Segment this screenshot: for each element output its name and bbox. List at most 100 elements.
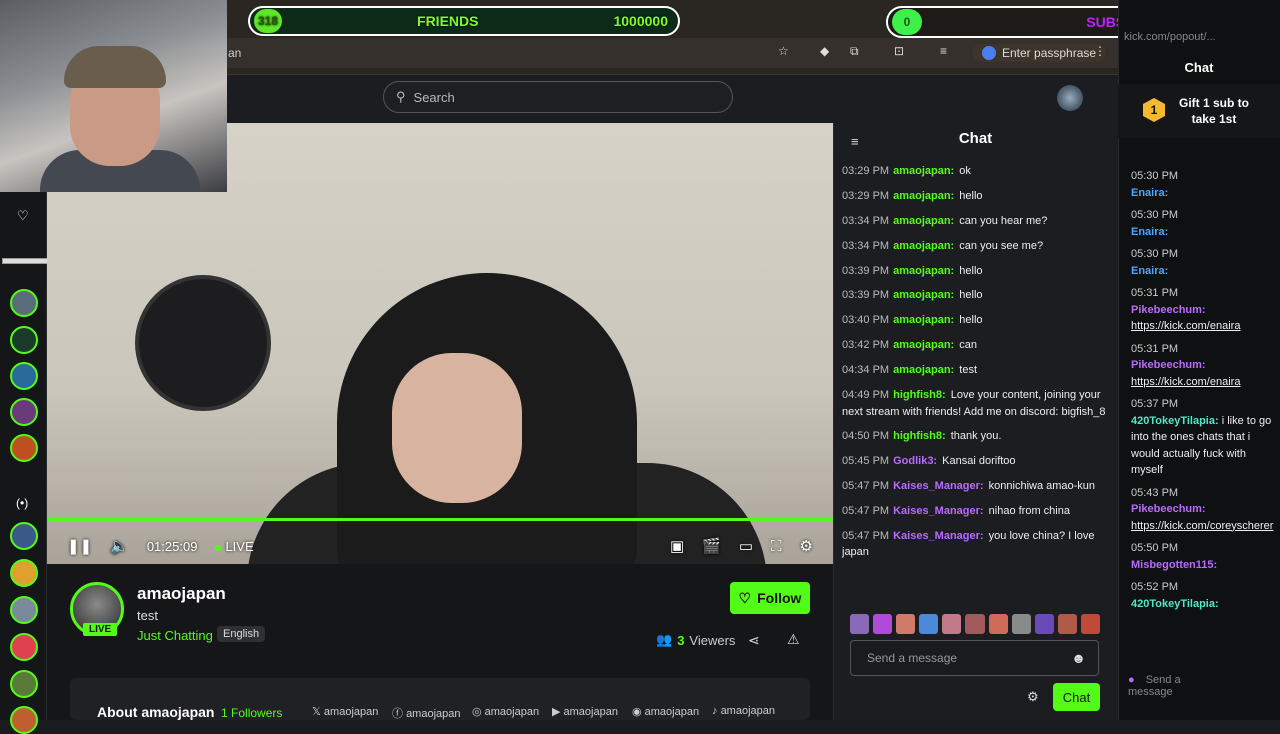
message-username[interactable]: Pikebeechum:: [1131, 503, 1206, 515]
message-username[interactable]: Kaises_Manager:: [893, 480, 984, 492]
recommended-channel-avatar[interactable]: [10, 633, 38, 661]
emoji-icon[interactable]: ☻: [1071, 650, 1086, 666]
emote-icon[interactable]: [1057, 614, 1077, 634]
message-username[interactable]: amaojapan:: [893, 364, 954, 376]
channel-name[interactable]: amaojapan: [137, 584, 226, 604]
followed-channel-avatar[interactable]: [10, 398, 38, 426]
extensions-puzzle-icon[interactable]: ⧉: [850, 44, 859, 59]
message-username[interactable]: Kaises_Manager:: [893, 530, 984, 542]
viewers-number: 3: [677, 632, 685, 648]
settings-gear-icon[interactable]: ⚙: [800, 537, 813, 555]
tab-search-icon[interactable]: ⊡: [894, 44, 904, 58]
fullscreen-icon[interactable]: ⛶: [771, 538, 782, 555]
emote-icon[interactable]: [1080, 614, 1101, 634]
message-username[interactable]: amaojapan:: [893, 265, 954, 277]
message-username[interactable]: amaojapan:: [893, 314, 954, 326]
message-username[interactable]: highfish8:: [893, 389, 946, 401]
recommended-channel-avatar[interactable]: [10, 522, 38, 550]
social-youtube-link[interactable]: ▶ amaojapan: [552, 705, 618, 718]
clip-icon[interactable]: 🎬: [702, 537, 721, 555]
message-username[interactable]: Enaira:: [1131, 226, 1168, 238]
pause-icon[interactable]: ❚❚: [67, 537, 92, 555]
emote-icon[interactable]: [919, 614, 939, 634]
message-username[interactable]: amaojapan:: [893, 190, 954, 202]
friends-goal: 1000000: [613, 13, 668, 29]
emote-icon[interactable]: [942, 614, 962, 634]
search-input[interactable]: ⚲ Search: [383, 81, 733, 113]
bookmark-star-icon[interactable]: ☆: [778, 44, 789, 58]
message-username[interactable]: amaojapan:: [893, 240, 954, 252]
message-timestamp: 05:31 PM: [1131, 287, 1179, 299]
message-username[interactable]: Misbegotten115:: [1131, 559, 1217, 571]
followed-channel-avatar[interactable]: [10, 434, 38, 462]
recommended-channel-avatar[interactable]: [10, 706, 38, 734]
message-timestamp: 05:47 PM: [842, 529, 890, 542]
followed-channel-avatar[interactable]: [10, 362, 38, 390]
message-username[interactable]: Pikebeechum:: [1131, 359, 1206, 371]
reading-list-icon[interactable]: ≡: [940, 44, 947, 58]
emote-icon[interactable]: [965, 614, 985, 634]
emote-icon[interactable]: [896, 614, 916, 634]
mini-player-icon[interactable]: ▣: [670, 537, 684, 555]
message-username[interactable]: amaojapan:: [893, 289, 954, 301]
category-link[interactable]: Just Chatting: [137, 628, 213, 643]
followed-channel-avatar[interactable]: [10, 289, 38, 317]
message-username[interactable]: Enaira:: [1131, 187, 1168, 199]
progress-bar[interactable]: [47, 518, 833, 521]
message-username[interactable]: Godlik3:: [893, 455, 937, 467]
message-username[interactable]: Enaira:: [1131, 265, 1168, 277]
theater-mode-icon[interactable]: ▭: [739, 537, 753, 555]
message-username[interactable]: Kaises_Manager:: [893, 505, 984, 517]
share-icon[interactable]: ⋖: [748, 632, 760, 649]
chat-message: 03:29 PM amaojapan: ok: [842, 163, 1108, 180]
chat-settings-icon[interactable]: ⚙: [1027, 689, 1039, 705]
browser-menu-icon[interactable]: ⋮: [1094, 44, 1106, 58]
social-discord-link[interactable]: ◉ amaojapan: [632, 705, 699, 718]
message-username[interactable]: amaojapan:: [893, 215, 954, 227]
message-timestamp: 04:50 PM: [842, 430, 890, 443]
recommended-channel-avatar[interactable]: [10, 670, 38, 698]
subs-count: 0: [892, 9, 922, 35]
popout-message: 05:43 PM Pikebeechum: https://kick.com/cor…: [1131, 485, 1273, 535]
emote-icon[interactable]: [1034, 614, 1054, 634]
popout-message: 05:30 PM Enaira:: [1131, 246, 1273, 279]
emote-icon[interactable]: [988, 614, 1008, 634]
passphrase-button[interactable]: Enter passphrase: [972, 44, 1107, 62]
message-link[interactable]: https://kick.com/coreyscherer: [1131, 518, 1273, 535]
report-icon[interactable]: ⚠: [787, 631, 800, 648]
popout-input-placeholder: Send a message: [1128, 674, 1181, 698]
message-link[interactable]: https://kick.com/enaira: [1131, 374, 1273, 391]
message-text: hello: [956, 289, 983, 302]
heart-icon[interactable]: ♡: [17, 208, 29, 224]
followed-channel-avatar[interactable]: [10, 326, 38, 354]
extension-icon[interactable]: ◆: [820, 44, 829, 58]
popout-chat-title: Chat: [1184, 60, 1214, 75]
popout-message-input[interactable]: ● Send a message: [1128, 674, 1218, 704]
recommended-channel-avatar[interactable]: [10, 559, 38, 587]
about-title: About amaojapan: [97, 704, 215, 720]
chat-message-input[interactable]: Send a message ☻: [850, 640, 1099, 676]
message-username[interactable]: Pikebeechum:: [1131, 304, 1206, 316]
social-facebook-link[interactable]: ⓕ amaojapan: [392, 705, 461, 721]
viewer-count: 👥 3 Viewers: [656, 632, 735, 648]
message-username[interactable]: 420TokeyTilapia:: [1131, 598, 1219, 610]
user-avatar[interactable]: [1057, 85, 1083, 111]
recommended-channel-avatar[interactable]: [10, 596, 38, 624]
message-link[interactable]: https://kick.com/enaira: [1131, 318, 1273, 335]
chat-send-button[interactable]: Chat: [1053, 683, 1100, 711]
emote-icon[interactable]: [873, 614, 893, 634]
message-username[interactable]: 420TokeyTilapia:: [1131, 415, 1219, 427]
social-x-link[interactable]: 𝕏 amaojapan: [312, 705, 378, 718]
message-username[interactable]: highfish8:: [893, 430, 946, 442]
language-tag[interactable]: English: [217, 626, 266, 642]
message-timestamp: 03:40 PM: [842, 314, 890, 327]
recommended-icon[interactable]: (•): [16, 496, 28, 510]
message-username[interactable]: amaojapan:: [893, 339, 954, 351]
volume-icon[interactable]: 🔈: [110, 537, 129, 555]
follow-button[interactable]: ♡ Follow: [730, 582, 810, 614]
social-tiktok-link[interactable]: ♪ amaojapan: [712, 705, 775, 717]
message-username[interactable]: amaojapan:: [893, 165, 954, 177]
emote-icon[interactable]: [1011, 614, 1031, 634]
emote-icon[interactable]: [850, 614, 870, 634]
social-instagram-link[interactable]: ◎ amaojapan: [472, 705, 539, 718]
